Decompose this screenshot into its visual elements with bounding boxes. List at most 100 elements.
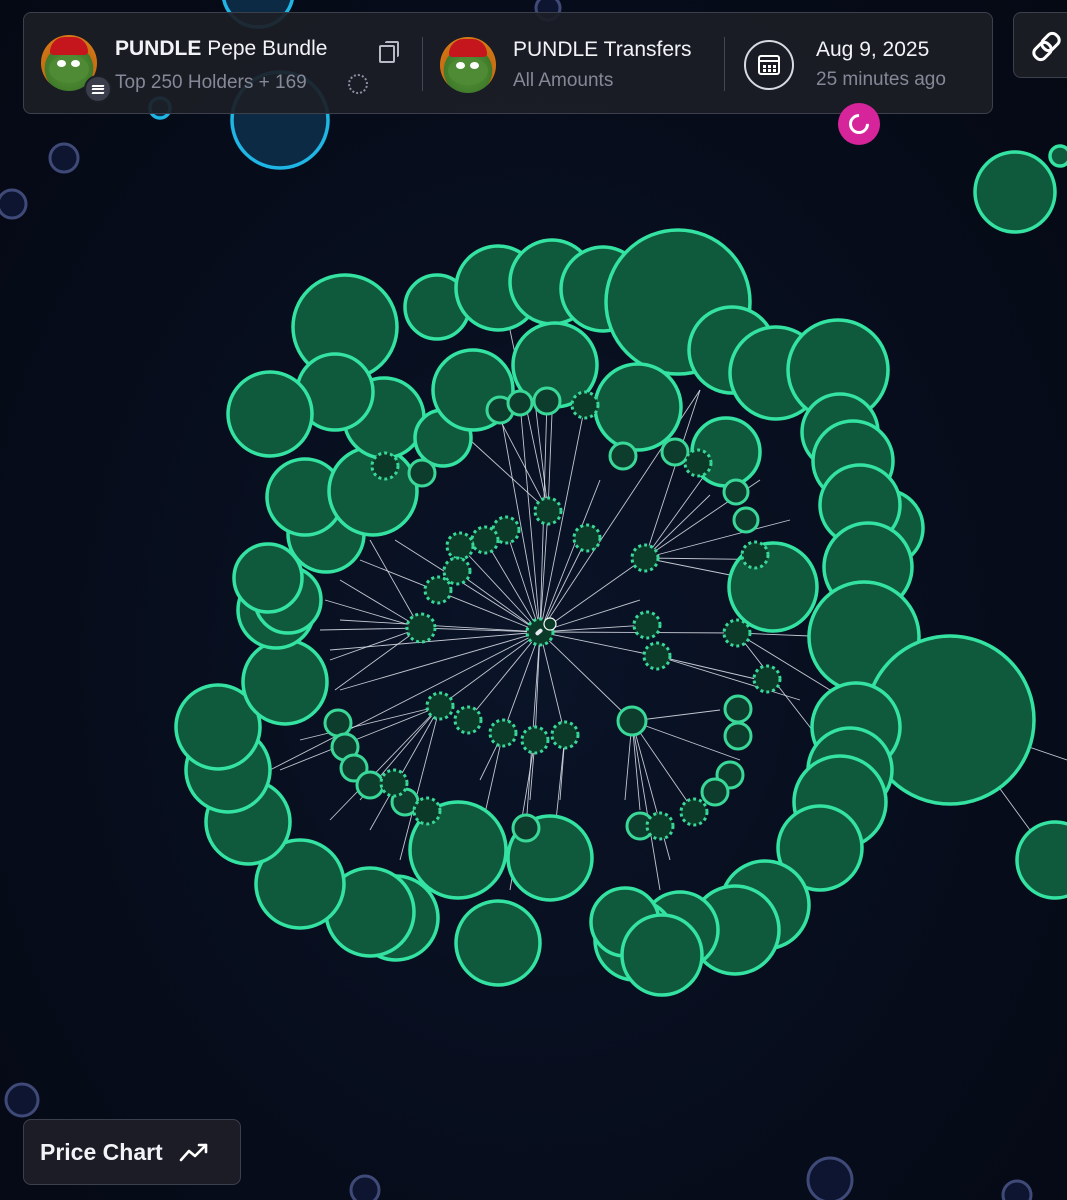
copy-icon[interactable] <box>379 41 399 63</box>
holder-node[interactable] <box>700 777 730 807</box>
holder-node[interactable] <box>532 386 562 416</box>
transfer-edge <box>631 720 661 891</box>
background-node <box>1001 1179 1033 1200</box>
transfer-edge <box>539 631 566 736</box>
holder-node[interactable] <box>488 718 518 748</box>
transfer-edge <box>324 599 421 629</box>
background-node <box>806 1156 854 1200</box>
holder-node[interactable] <box>445 531 475 561</box>
transfer-edge <box>329 627 421 661</box>
holder-node[interactable] <box>355 770 385 800</box>
holder-node[interactable] <box>370 451 400 481</box>
holder-node[interactable] <box>722 618 752 648</box>
holder-node[interactable] <box>226 370 314 458</box>
calendar-icon <box>758 55 780 75</box>
holder-node[interactable] <box>1048 144 1067 168</box>
holder-node[interactable] <box>593 362 683 452</box>
solana-icon <box>84 75 112 103</box>
holder-node[interactable] <box>407 458 437 488</box>
background-node <box>349 1174 381 1200</box>
token-section[interactable]: PUNDLE Pepe Bundle Top 250 Holders + 169 <box>24 13 422 113</box>
holder-nodes[interactable] <box>174 144 1067 997</box>
holder-node[interactable] <box>616 705 648 737</box>
holder-node[interactable] <box>572 523 602 553</box>
holder-node[interactable] <box>973 150 1057 234</box>
calendar-button[interactable] <box>744 40 794 90</box>
trend-line-icon <box>179 1143 208 1162</box>
bubble-map[interactable] <box>0 0 1067 1200</box>
transfer-edge <box>499 419 549 512</box>
holder-node[interactable] <box>423 575 453 605</box>
transfer-edge <box>439 631 541 707</box>
holder-node[interactable] <box>632 610 662 640</box>
holder-node[interactable] <box>645 811 675 841</box>
holder-node[interactable] <box>722 478 750 506</box>
holder-node[interactable] <box>723 694 753 724</box>
transfer-edge <box>339 619 541 633</box>
holder-node[interactable] <box>506 389 534 417</box>
lock-icon <box>543 617 557 631</box>
holder-node[interactable] <box>425 691 455 721</box>
date-section[interactable]: Aug 9, 2025 25 minutes ago <box>725 13 993 113</box>
transfer-edge <box>539 537 588 633</box>
holder-node[interactable] <box>620 913 704 997</box>
refresh-button[interactable] <box>838 103 880 145</box>
holder-node[interactable] <box>732 506 760 534</box>
transfer-edge <box>467 631 541 721</box>
holder-node[interactable] <box>630 543 660 573</box>
background-node <box>4 1082 40 1118</box>
background-node <box>0 188 28 220</box>
transfer-edge <box>369 539 421 629</box>
holder-node[interactable] <box>723 721 753 751</box>
background-node <box>48 142 80 174</box>
date-relative: 25 minutes ago <box>816 69 946 90</box>
holder-node[interactable] <box>642 641 672 671</box>
transfers-avatar <box>440 37 496 93</box>
holder-node[interactable] <box>323 708 353 738</box>
transfer-edge <box>505 529 541 633</box>
transfer-edge <box>644 494 711 559</box>
transfer-edge <box>631 720 741 761</box>
holder-node[interactable] <box>405 612 437 644</box>
transfers-filter: All Amounts <box>513 70 614 91</box>
holder-node[interactable] <box>1015 820 1067 900</box>
price-chart-button[interactable]: Price Chart <box>23 1119 241 1185</box>
holder-node[interactable] <box>511 813 541 843</box>
holder-node[interactable] <box>570 390 600 420</box>
holder-node[interactable] <box>520 725 550 755</box>
refresh-icon <box>844 109 874 139</box>
token-symbol: PUNDLE <box>115 37 202 60</box>
transfer-edge <box>455 570 541 633</box>
holder-node[interactable] <box>683 448 713 478</box>
share-link-button[interactable] <box>1013 12 1067 78</box>
holder-node[interactable] <box>533 496 563 526</box>
holder-node[interactable] <box>454 899 542 987</box>
holder-node[interactable] <box>442 556 472 586</box>
holder-node[interactable] <box>679 797 709 827</box>
transfer-edge <box>334 627 421 691</box>
transfer-edge <box>469 439 549 512</box>
holder-node[interactable] <box>327 445 419 537</box>
transfer-edge <box>502 631 541 734</box>
transfer-edge <box>539 631 633 722</box>
holder-node[interactable] <box>241 638 329 726</box>
holder-node[interactable] <box>740 540 770 570</box>
transfer-edge <box>656 655 761 681</box>
holder-node[interactable] <box>550 720 580 750</box>
transfer-edge <box>539 631 658 657</box>
transfer-edge <box>299 705 441 741</box>
holder-node[interactable] <box>412 796 442 826</box>
holder-node[interactable] <box>608 441 638 471</box>
token-header: PUNDLE Pepe Bundle Top 250 Holders + 169… <box>23 12 993 114</box>
transfers-title: PUNDLE Transfers <box>513 38 692 61</box>
holder-node[interactable] <box>379 768 409 798</box>
token-name: Pepe Bundle <box>207 37 328 60</box>
loading-icon <box>348 74 368 94</box>
holder-node[interactable] <box>752 664 782 694</box>
holder-node[interactable] <box>453 705 483 735</box>
date-value: Aug 9, 2025 <box>816 38 930 61</box>
price-chart-label: Price Chart <box>40 1138 163 1165</box>
transfers-section[interactable]: PUNDLE Transfers All Amounts <box>423 13 723 113</box>
token-title: PUNDLE Pepe Bundle <box>115 37 327 61</box>
holder-node[interactable] <box>470 525 500 555</box>
